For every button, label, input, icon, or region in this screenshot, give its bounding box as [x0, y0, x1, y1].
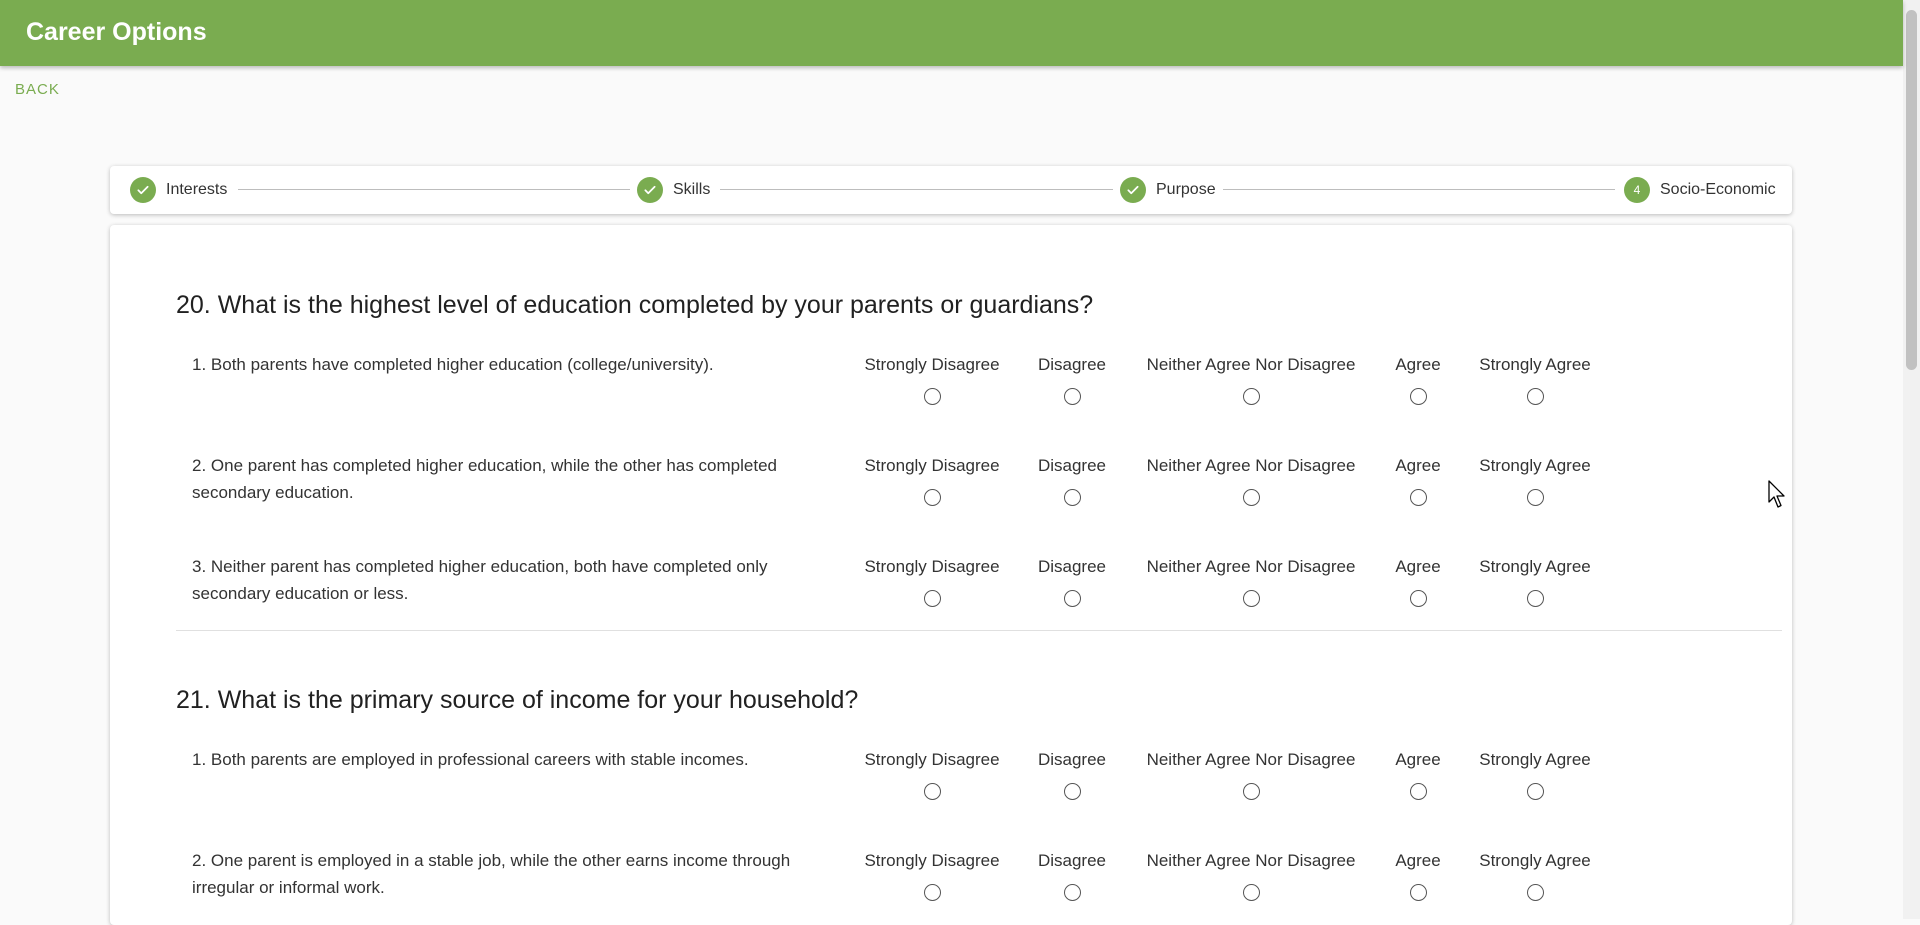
check-icon [130, 177, 156, 203]
step-purpose[interactable]: Purpose [1120, 177, 1216, 203]
likert-option-label: Strongly Agree [1479, 557, 1591, 576]
statement-text: 1. Both parents have completed higher ed… [192, 355, 714, 374]
radio-button[interactable] [1242, 388, 1260, 405]
question-divider [176, 630, 1782, 631]
step-label: Purpose [1156, 181, 1216, 198]
radio-button[interactable] [1526, 884, 1544, 901]
step-label: Socio-Economic [1660, 181, 1776, 198]
step-skills[interactable]: Skills [637, 177, 711, 203]
step-connector [720, 189, 1113, 190]
question-title: 21. What is the primary source of income… [176, 686, 859, 714]
step-interests[interactable]: Interests [130, 177, 228, 203]
radio-button[interactable] [1063, 388, 1081, 405]
statement-text: 1. Both parents are employed in professi… [192, 750, 749, 769]
likert-option-label: Strongly Agree [1479, 355, 1591, 374]
mouse-cursor-icon [1768, 480, 1788, 515]
radio-button[interactable] [1526, 783, 1544, 800]
radio-button[interactable] [1242, 590, 1260, 607]
radio-button[interactable] [1526, 590, 1544, 607]
statement-text: 2. One parent is employed in a stable jo… [192, 851, 791, 897]
back-button[interactable]: BACK [15, 81, 60, 98]
check-icon [637, 177, 663, 203]
statement-text: 2. One parent has completed higher educa… [192, 456, 777, 502]
likert-option-label: Strongly Agree [1479, 750, 1591, 769]
step-label: Skills [673, 181, 711, 198]
radio-button[interactable] [1063, 884, 1081, 901]
step-number: 4 [1624, 177, 1650, 203]
likert-option[interactable]: Strongly Agree [1415, 556, 1655, 607]
radio-button[interactable] [923, 590, 941, 607]
step-label: Interests [166, 181, 228, 198]
scrollbar-thumb[interactable] [1906, 10, 1917, 370]
likert-option-label: Strongly Agree [1479, 851, 1591, 870]
radio-button[interactable] [1063, 489, 1081, 506]
radio-button[interactable] [1526, 489, 1544, 506]
likert-option[interactable]: Strongly Agree [1415, 354, 1655, 405]
radio-button[interactable] [1063, 783, 1081, 800]
radio-button[interactable] [923, 884, 941, 901]
radio-button[interactable] [1526, 388, 1544, 405]
app-bar: Career Options [0, 0, 1903, 66]
app-title: Career Options [26, 18, 207, 46]
question-title: 20. What is the highest level of educati… [176, 291, 1094, 319]
stepper: Interests Skills Purpose 4 Socio-Economi… [110, 166, 1792, 214]
step-connector [1223, 189, 1615, 190]
statement-text: 3. Neither parent has completed higher e… [192, 557, 768, 603]
likert-option-label: Strongly Agree [1479, 456, 1591, 475]
likert-option[interactable]: Strongly Agree [1415, 749, 1655, 800]
likert-option[interactable]: Strongly Agree [1415, 850, 1655, 901]
step-connector [238, 189, 630, 190]
check-icon [1120, 177, 1146, 203]
scrollbar[interactable] [1903, 0, 1920, 919]
radio-button[interactable] [923, 783, 941, 800]
radio-button[interactable] [923, 489, 941, 506]
radio-button[interactable] [1063, 590, 1081, 607]
likert-option[interactable]: Strongly Agree [1415, 455, 1655, 506]
step-socio-economic[interactable]: 4 Socio-Economic [1624, 177, 1776, 203]
questionnaire-card: 20. What is the highest level of educati… [110, 225, 1792, 925]
radio-button[interactable] [1242, 884, 1260, 901]
radio-button[interactable] [1242, 489, 1260, 506]
radio-button[interactable] [1242, 783, 1260, 800]
radio-button[interactable] [923, 388, 941, 405]
